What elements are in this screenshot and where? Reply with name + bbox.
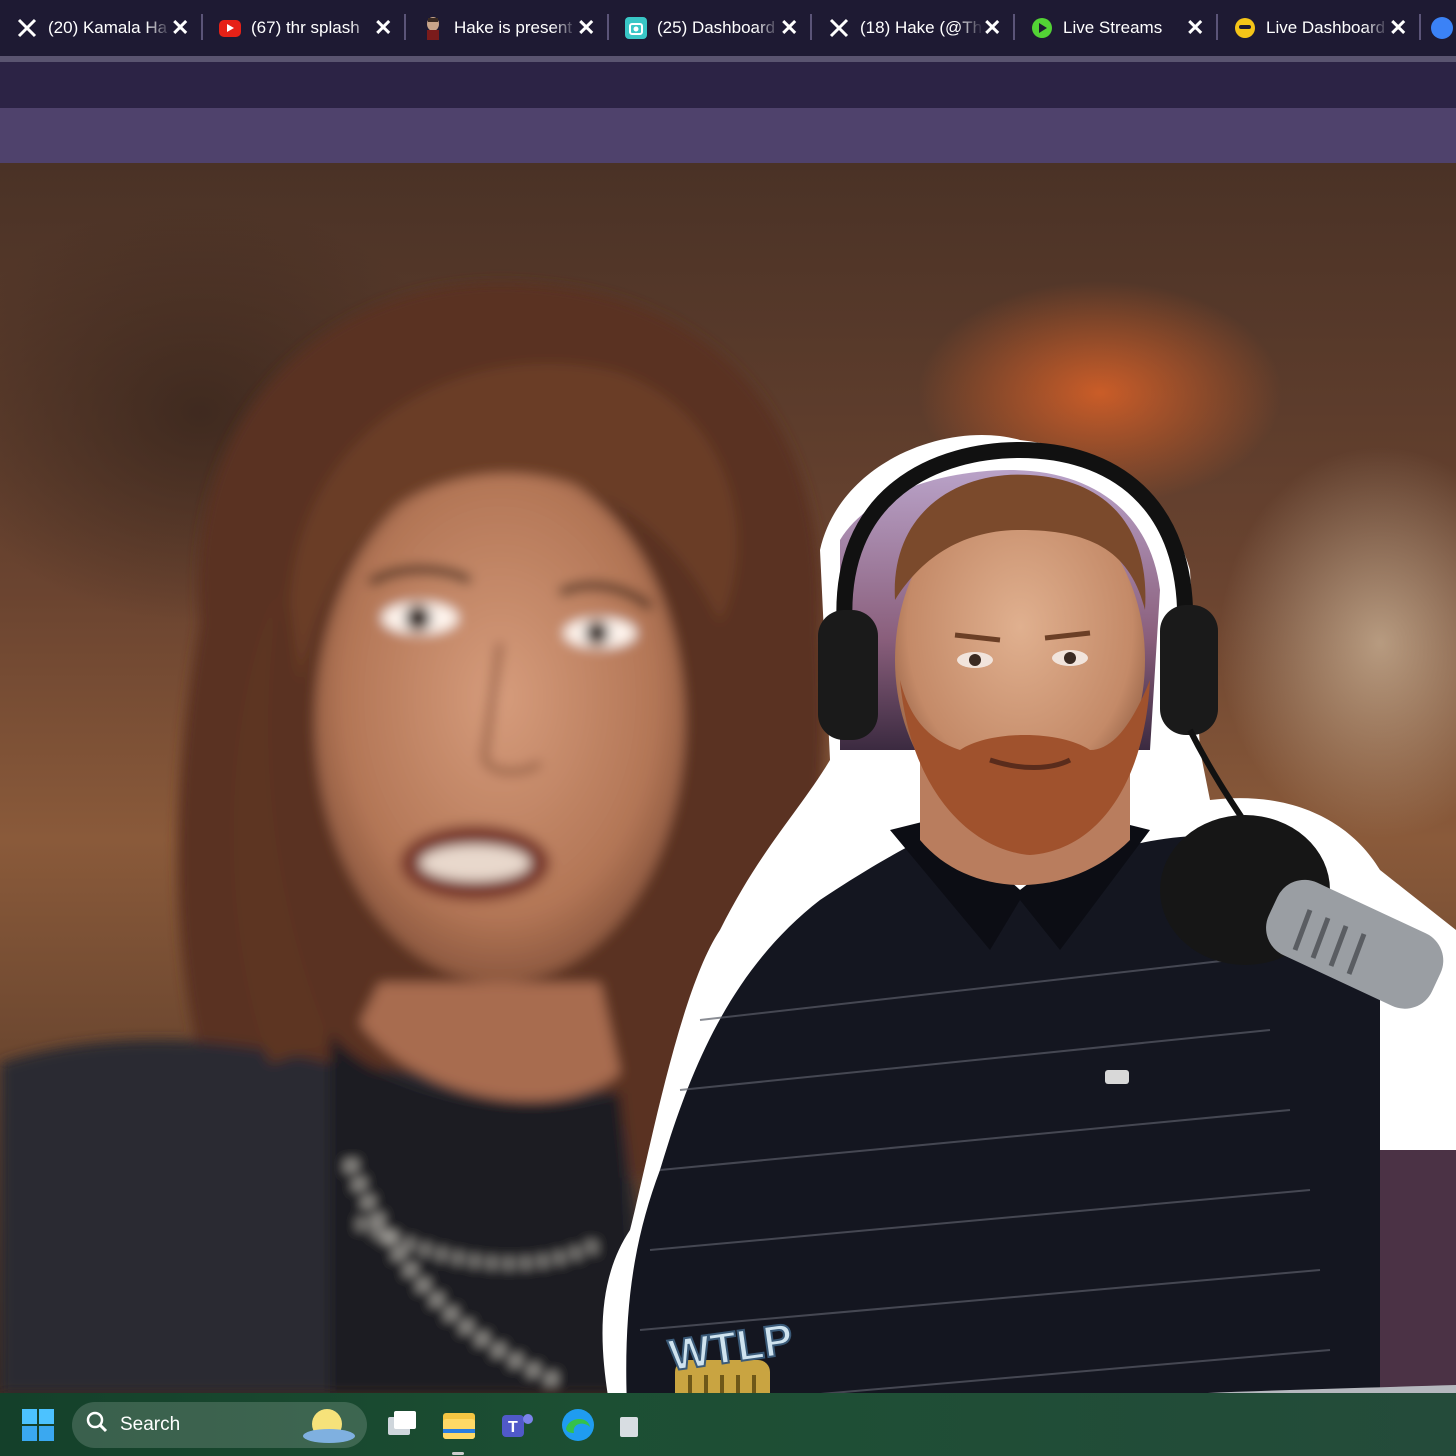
tab-hake-present[interactable]: Hake is present ✕ [406, 0, 609, 56]
weather-icon[interactable] [297, 1406, 357, 1450]
close-icon[interactable]: ✕ [1389, 15, 1407, 41]
teams-icon[interactable]: T [500, 1407, 536, 1443]
close-icon[interactable]: ✕ [577, 15, 595, 41]
tab-title: (67) thr splash [251, 18, 360, 37]
browser-tab-strip: (20) Kamala Ha ✕ (67) thr splash ✕ Hake … [0, 0, 1456, 56]
svg-text:T: T [508, 1419, 518, 1436]
play-icon [1031, 17, 1053, 39]
search-icon [86, 1411, 108, 1439]
windows-start-icon[interactable] [22, 1409, 54, 1441]
x-logo-icon [828, 17, 850, 39]
tab-title: (25) Dashboard [657, 18, 776, 37]
toolbar-dark [0, 62, 1456, 108]
close-icon[interactable]: ✕ [983, 15, 1001, 41]
tab-hake-x[interactable]: (18) Hake (@Th ✕ [812, 0, 1015, 56]
close-icon[interactable]: ✕ [171, 15, 189, 41]
search-label: Search [120, 1414, 181, 1435]
dashboard-icon [625, 17, 647, 39]
file-explorer-icon[interactable] [441, 1407, 477, 1443]
taskbar: Search T [0, 1393, 1456, 1456]
close-icon[interactable]: ✕ [780, 15, 798, 41]
tab-kamala[interactable]: (20) Kamala Ha ✕ [0, 0, 203, 56]
store-icon[interactable] [618, 1407, 654, 1443]
close-icon[interactable]: ✕ [374, 15, 392, 41]
x-logo-icon [16, 17, 38, 39]
tab-live-streams[interactable]: Live Streams ✕ [1015, 0, 1218, 56]
task-view-icon[interactable] [384, 1407, 420, 1443]
smiley-icon [1234, 17, 1256, 39]
tab-title: (20) Kamala Ha [48, 18, 168, 37]
tab-youtube[interactable]: (67) thr splash ✕ [203, 0, 406, 56]
tab-title: (18) Hake (@Th [860, 18, 983, 37]
tab-title: Live Dashboard [1266, 18, 1386, 37]
tab-title: Hake is present [454, 18, 573, 37]
toolbar-light [0, 108, 1456, 163]
host-cutout-image: WTLP [602, 434, 1456, 1456]
tab-live-dashboard[interactable]: Live Dashboard ✕ [1218, 0, 1421, 56]
rumble-icon [1431, 17, 1453, 39]
hake-icon [422, 17, 444, 40]
taskbar-search[interactable]: Search [72, 1402, 367, 1448]
edge-browser-icon[interactable] [560, 1407, 596, 1443]
youtube-icon [219, 19, 241, 37]
tab-partial[interactable] [1421, 0, 1456, 56]
tab-dashboard[interactable]: (25) Dashboard ✕ [609, 0, 812, 56]
tab-title: Live Streams [1063, 18, 1163, 37]
close-icon[interactable]: ✕ [1186, 15, 1204, 41]
active-app-indicator [452, 1452, 464, 1455]
